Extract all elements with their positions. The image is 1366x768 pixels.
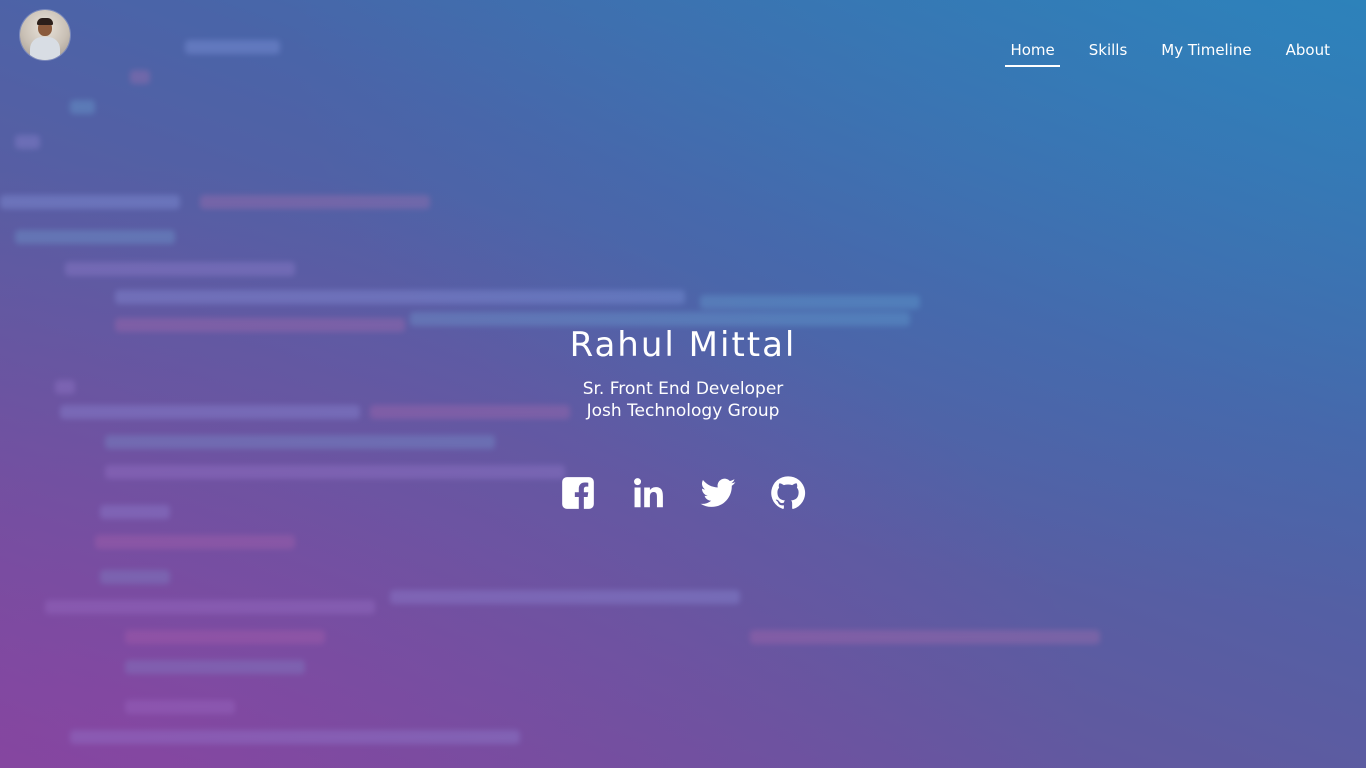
social-links <box>0 474 1366 512</box>
nav-home[interactable]: Home <box>1005 40 1061 67</box>
page: Home Skills My Timeline About Rahul Mitt… <box>0 0 1366 768</box>
avatar-body <box>30 37 60 60</box>
facebook-icon[interactable] <box>559 474 597 512</box>
linkedin-icon[interactable] <box>629 474 667 512</box>
avatar[interactable] <box>20 10 70 60</box>
profile-subtitle: Sr. Front End Developer Josh Technology … <box>0 378 1366 422</box>
profile-role: Sr. Front End Developer <box>582 379 784 399</box>
github-icon[interactable] <box>769 474 807 512</box>
nav-about[interactable]: About <box>1286 40 1330 67</box>
profile-company: Josh Technology Group <box>586 401 780 421</box>
profile-name: Rahul Mittal <box>569 325 797 365</box>
nav-skills[interactable]: Skills <box>1089 40 1128 67</box>
avatar-hair <box>37 18 53 25</box>
nav-my-timeline[interactable]: My Timeline <box>1161 40 1251 67</box>
twitter-icon[interactable] <box>699 474 737 512</box>
hero: Rahul Mittal Sr. Front End Developer Jos… <box>0 322 1366 422</box>
main-nav: Home Skills My Timeline About <box>976 40 1330 67</box>
